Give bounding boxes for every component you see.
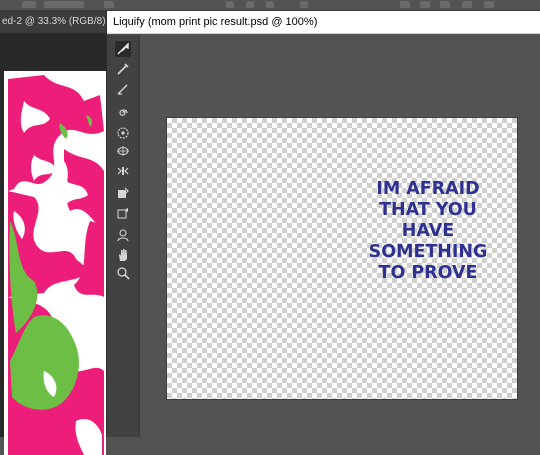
text-line: TO PROVE [378, 262, 478, 283]
pucker-tool-icon[interactable] [115, 125, 131, 141]
align-icon[interactable] [104, 1, 114, 8]
document-tab[interactable]: ed-2 @ 33.3% (RGB/8) *× [0, 11, 106, 33]
align-right-icon[interactable] [266, 1, 274, 8]
liquify-toolbar [107, 35, 140, 437]
document-canvas[interactable] [4, 71, 106, 455]
forward-warp-tool-icon[interactable] [115, 41, 131, 57]
text-line: IM AFRAID [376, 178, 480, 199]
marbled-artwork-image [4, 71, 106, 455]
transparent-canvas[interactable]: IM AFRAID THAT YOU HAVE SOMETHING TO PRO… [167, 118, 517, 399]
freeze-mask-tool-icon[interactable] [115, 185, 131, 201]
document-tab-title: ed-2 @ 33.3% (RGB/8) * [2, 16, 106, 27]
twirl-clockwise-tool-icon[interactable] [115, 105, 131, 121]
thaw-mask-tool-icon[interactable] [115, 205, 131, 221]
liquify-dialog: Liquify (mom print pic result.psd @ 100%… [106, 11, 540, 437]
dialog-title: Liquify (mom print pic result.psd @ 100%… [107, 11, 540, 34]
scale-3d-icon[interactable] [484, 1, 494, 8]
reconstruct-tool-icon[interactable] [115, 61, 131, 77]
liquify-preview-area[interactable]: IM AFRAID THAT YOU HAVE SOMETHING TO PRO… [140, 35, 540, 437]
options-bar [0, 0, 540, 11]
text-line: HAVE [401, 220, 455, 241]
zoom-tool-icon[interactable] [115, 265, 131, 281]
align-left-icon[interactable] [226, 1, 234, 8]
push-left-tool-icon[interactable] [115, 163, 131, 179]
drag-3d-icon[interactable] [440, 1, 450, 8]
document-workspace [0, 33, 106, 455]
roll-3d-icon[interactable] [420, 1, 430, 8]
canvas-text: IM AFRAID THAT YOU HAVE SOMETHING TO PRO… [355, 178, 501, 283]
align-center-icon[interactable] [246, 1, 254, 8]
tool-preset-picker[interactable] [22, 1, 36, 8]
bloat-tool-icon[interactable] [115, 143, 131, 159]
face-tool-icon[interactable] [115, 227, 131, 243]
rotate-3d-icon[interactable] [400, 1, 410, 8]
mode-dropdown[interactable] [44, 1, 84, 8]
text-line: SOMETHING [368, 241, 488, 262]
hand-tool-icon[interactable] [115, 247, 131, 263]
slide-3d-icon[interactable] [462, 1, 472, 8]
distribute-icon[interactable] [300, 1, 308, 8]
text-line: THAT YOU [379, 199, 477, 220]
smooth-tool-icon[interactable] [115, 81, 131, 97]
